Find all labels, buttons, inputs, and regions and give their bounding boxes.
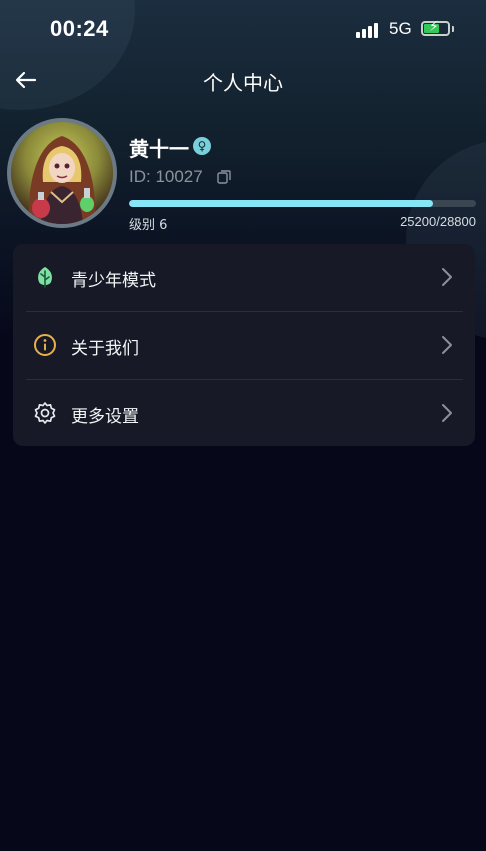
network-type: 5G: [389, 19, 412, 38]
chevron-right-icon: [442, 268, 452, 286]
page-title: 个人中心: [203, 71, 283, 95]
copy-icon[interactable]: [217, 170, 231, 184]
battery-cap: [452, 26, 454, 32]
level-label: 级别 6: [129, 218, 168, 233]
signal-icon: [356, 22, 382, 38]
username: 黄十一: [129, 137, 189, 161]
menu-item-label: 更多设置: [71, 407, 139, 427]
avatar[interactable]: [7, 118, 117, 228]
experience-label: 25200/28800: [400, 214, 476, 229]
avatar-illustration: [11, 122, 113, 224]
leaf-icon: [38, 267, 52, 288]
user-id: ID: 10027: [129, 167, 203, 186]
menu-item-label: 关于我们: [71, 339, 139, 359]
level-progress-fill: [129, 200, 433, 207]
battery-icon: ⚡: [421, 20, 450, 36]
status-time: 00:24: [50, 16, 109, 41]
menu-item-more-settings[interactable]: 更多设置: [13, 380, 475, 447]
female-icon: ♀: [193, 137, 211, 155]
status-bar: 00:24 5G ⚡: [0, 0, 486, 60]
menu-item-youth-mode[interactable]: 青少年模式: [13, 244, 475, 311]
chevron-right-icon: [442, 404, 452, 422]
menu-item-label: 青少年模式: [71, 271, 156, 291]
info-icon: [34, 334, 56, 356]
settings-menu: 青少年模式 关于我们 更多设置: [13, 244, 475, 446]
menu-item-about-us[interactable]: 关于我们: [13, 312, 475, 379]
gear-icon: [34, 402, 56, 424]
level-progress-bar: [129, 200, 476, 207]
chevron-right-icon: [442, 336, 452, 354]
